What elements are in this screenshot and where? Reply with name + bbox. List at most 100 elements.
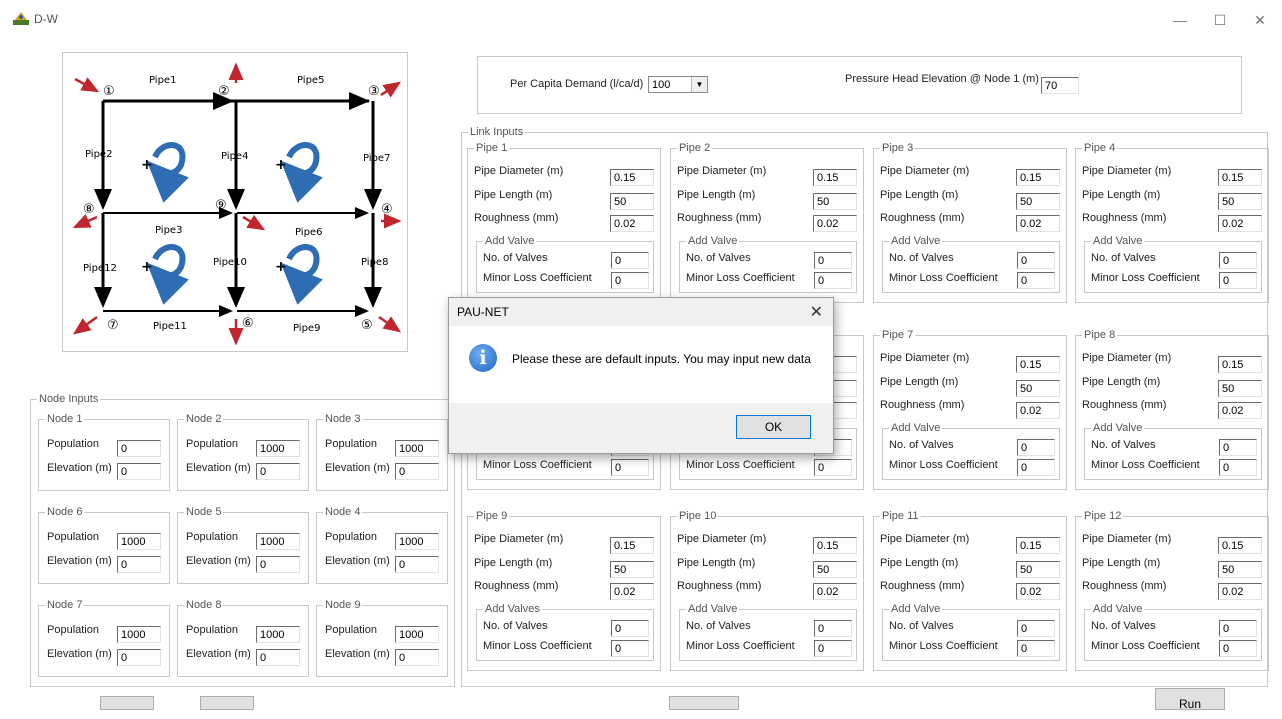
roughness-input[interactable]: 0.02 <box>813 215 857 232</box>
valves-input[interactable]: 0 <box>1017 439 1055 456</box>
diameter-input[interactable]: 0.15 <box>813 537 857 554</box>
population-input[interactable]: 1000 <box>256 626 300 643</box>
elevation-input[interactable]: 0 <box>395 649 439 666</box>
pipe-group-title: Pipe 4 <box>1082 141 1118 155</box>
elevation-input[interactable]: 0 <box>117 556 161 573</box>
length-input[interactable]: 50 <box>1016 193 1060 210</box>
diameter-input[interactable]: 0.15 <box>1218 537 1262 554</box>
minor-loss-input[interactable]: 0 <box>1219 272 1257 289</box>
diameter-input[interactable]: 0.15 <box>610 169 654 186</box>
valves-input[interactable]: 0 <box>1219 439 1257 456</box>
length-input[interactable]: 50 <box>610 561 654 578</box>
population-input[interactable]: 1000 <box>117 533 161 550</box>
population-input[interactable]: 1000 <box>256 440 300 457</box>
minor-loss-input[interactable]: 0 <box>1017 459 1055 476</box>
population-input[interactable]: 1000 <box>117 626 161 643</box>
valves-input[interactable]: 0 <box>1219 252 1257 269</box>
valves-input[interactable]: 0 <box>1017 620 1055 637</box>
add-valve-title: Add Valve <box>1091 421 1145 435</box>
minor-loss-input[interactable]: 0 <box>611 272 649 289</box>
chevron-down-icon[interactable]: ▼ <box>691 77 707 92</box>
bottom-button-1[interactable] <box>100 696 154 710</box>
add-valve-group: Add Valve No. of Valves 0 Minor Loss Coeffi… <box>679 234 857 293</box>
elevation-input[interactable]: 0 <box>117 649 161 666</box>
roughness-input[interactable]: 0.02 <box>813 583 857 600</box>
roughness-input[interactable]: 0.02 <box>1218 402 1262 419</box>
pipe-group: Pipe 11 Pipe Diameter (m) 0.15 Pipe Length … <box>873 509 1067 671</box>
roughness-input[interactable]: 0.02 <box>1016 402 1060 419</box>
elevation-input[interactable]: 0 <box>395 556 439 573</box>
pipe-group-title: Pipe 12 <box>1082 509 1124 523</box>
elevation-input[interactable]: 0 <box>256 556 300 573</box>
roughness-input[interactable]: 0.02 <box>1016 583 1060 600</box>
minor-loss-input[interactable]: 0 <box>814 459 852 476</box>
roughness-input[interactable]: 0.02 <box>610 583 654 600</box>
population-input[interactable]: 1000 <box>395 440 439 457</box>
pipe-label: Pipe11 <box>153 321 187 332</box>
elevation-input[interactable]: 0 <box>395 463 439 480</box>
valves-input[interactable]: 0 <box>814 620 852 637</box>
close-button[interactable]: ✕ <box>1240 7 1280 33</box>
population-input[interactable]: 0 <box>117 440 161 457</box>
roughness-label: Roughness (mm) <box>880 580 965 592</box>
population-label: Population <box>186 438 238 450</box>
valves-label: No. of Valves <box>1091 439 1156 451</box>
diameter-input[interactable]: 0.15 <box>610 537 654 554</box>
pipe-label: Pipe6 <box>295 227 322 238</box>
pipe-group-title: Pipe 1 <box>474 141 510 155</box>
node-group-title: Node 4 <box>323 505 363 519</box>
minor-loss-input[interactable]: 0 <box>1219 459 1257 476</box>
valves-input[interactable]: 0 <box>814 252 852 269</box>
pressure-input[interactable]: 70 <box>1041 77 1079 94</box>
valves-input[interactable]: 0 <box>1017 252 1055 269</box>
population-input[interactable]: 1000 <box>256 533 300 550</box>
length-input[interactable]: 50 <box>610 193 654 210</box>
length-label: Pipe Length (m) <box>1082 376 1161 388</box>
minor-loss-input[interactable]: 0 <box>611 459 649 476</box>
diameter-input[interactable]: 0.15 <box>1016 537 1060 554</box>
minor-loss-input[interactable]: 0 <box>1017 640 1055 657</box>
length-input[interactable]: 50 <box>1218 561 1262 578</box>
diameter-input[interactable]: 0.15 <box>1218 169 1262 186</box>
roughness-input[interactable]: 0.02 <box>1218 583 1262 600</box>
elevation-input[interactable]: 0 <box>117 463 161 480</box>
length-input[interactable]: 50 <box>1218 193 1262 210</box>
roughness-input[interactable]: 0.02 <box>610 215 654 232</box>
node-label: ③ <box>368 84 380 99</box>
minor-loss-input[interactable]: 0 <box>1219 640 1257 657</box>
diameter-input[interactable]: 0.15 <box>1218 356 1262 373</box>
elevation-input[interactable]: 0 <box>256 649 300 666</box>
diameter-input[interactable]: 0.15 <box>813 169 857 186</box>
elevation-input[interactable]: 0 <box>256 463 300 480</box>
valves-input[interactable]: 0 <box>1219 620 1257 637</box>
length-input[interactable]: 50 <box>1016 561 1060 578</box>
minor-loss-input[interactable]: 0 <box>814 640 852 657</box>
population-label: Population <box>325 624 377 636</box>
maximize-button[interactable]: ☐ <box>1200 7 1240 33</box>
minor-loss-input[interactable]: 0 <box>1017 272 1055 289</box>
valves-input[interactable]: 0 <box>611 252 649 269</box>
demand-select[interactable]: 100 ▼ <box>648 76 708 93</box>
diameter-input[interactable]: 0.15 <box>1016 169 1060 186</box>
length-input[interactable]: 50 <box>813 193 857 210</box>
population-label: Population <box>186 624 238 636</box>
minor-loss-input[interactable]: 0 <box>814 272 852 289</box>
population-input[interactable]: 1000 <box>395 626 439 643</box>
roughness-input[interactable]: 0.02 <box>1218 215 1262 232</box>
dialog-close-button[interactable]: ✕ <box>810 302 823 322</box>
length-input[interactable]: 50 <box>813 561 857 578</box>
population-input[interactable]: 1000 <box>395 533 439 550</box>
minor-loss-input[interactable]: 0 <box>611 640 649 657</box>
minor-loss-label: Minor Loss Coefficient <box>889 640 998 652</box>
minimize-button[interactable]: — <box>1160 7 1200 33</box>
valves-input[interactable]: 0 <box>611 620 649 637</box>
run-button[interactable]: Run <box>1155 688 1225 711</box>
ok-button[interactable]: OK <box>736 415 811 439</box>
roughness-input[interactable]: 0.02 <box>1016 215 1060 232</box>
length-input[interactable]: 50 <box>1016 380 1060 397</box>
bottom-button-2[interactable] <box>200 696 254 710</box>
valves-label: No. of Valves <box>889 252 954 264</box>
diameter-input[interactable]: 0.15 <box>1016 356 1060 373</box>
length-input[interactable]: 50 <box>1218 380 1262 397</box>
bottom-button-3[interactable] <box>669 696 739 710</box>
